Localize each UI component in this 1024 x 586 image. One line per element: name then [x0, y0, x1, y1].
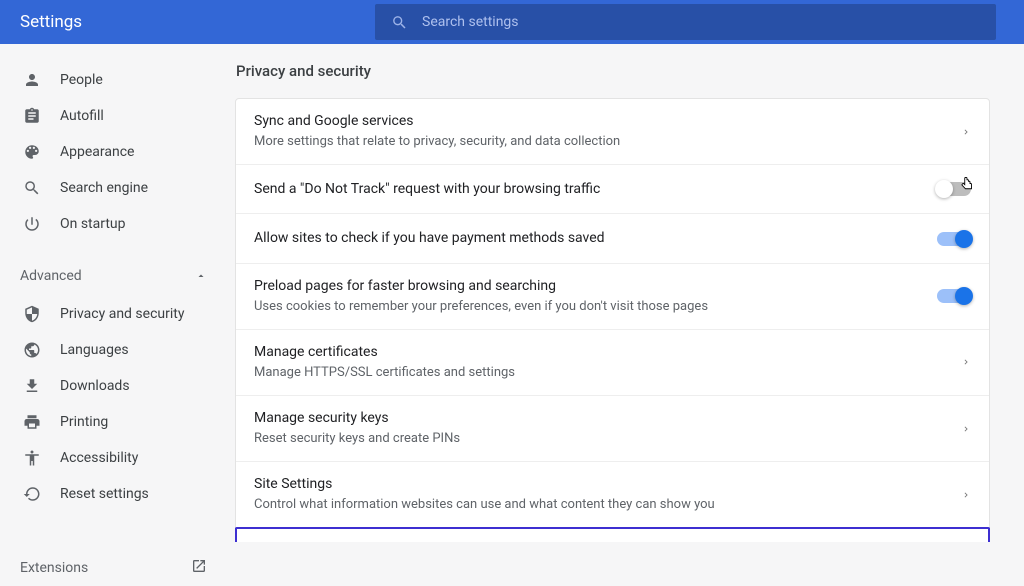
- person-icon: [22, 70, 42, 90]
- sidebar-item-reset[interactable]: Reset settings: [0, 476, 235, 512]
- row-text: Send a "Do Not Track" request with your …: [254, 179, 937, 199]
- sidebar-item-label: Languages: [60, 342, 129, 358]
- sidebar-item-label: On startup: [60, 216, 126, 232]
- row-text: Preload pages for faster browsing and se…: [254, 276, 937, 317]
- row-subtitle: Reset security keys and create PINs: [254, 430, 961, 449]
- settings-row[interactable]: Site Settings Control what information we…: [236, 462, 989, 528]
- section-title: Privacy and security: [236, 62, 990, 80]
- sidebar-item-label: People: [60, 72, 103, 88]
- settings-row[interactable]: Sync and Google services More settings th…: [236, 99, 989, 165]
- advanced-toggle[interactable]: Advanced: [0, 256, 235, 296]
- row-title: Preload pages for faster browsing and se…: [254, 276, 937, 296]
- settings-card: Sync and Google services More settings th…: [235, 98, 990, 542]
- row-text: Allow sites to check if you have payment…: [254, 228, 937, 248]
- toggle-switch[interactable]: [937, 232, 971, 246]
- sidebar: People Autofill Appearance Search engine…: [0, 44, 235, 542]
- sidebar-item-search-engine[interactable]: Search engine: [0, 170, 235, 206]
- content: Privacy and security Sync and Google ser…: [235, 44, 1024, 542]
- chevron-right-icon: [961, 357, 971, 367]
- settings-row[interactable]: Manage certificates Manage HTTPS/SSL cert…: [236, 330, 989, 396]
- chevron-right-icon: [961, 127, 971, 137]
- power-icon: [22, 214, 42, 234]
- sidebar-item-appearance[interactable]: Appearance: [0, 134, 235, 170]
- sidebar-item-accessibility[interactable]: Accessibility: [0, 440, 235, 476]
- sidebar-item-label: Reset settings: [60, 486, 149, 502]
- row-title: Manage certificates: [254, 342, 961, 362]
- search-icon: [22, 178, 42, 198]
- reset-icon: [22, 484, 42, 504]
- toggle-switch[interactable]: [937, 289, 971, 303]
- page-title: Settings: [20, 12, 375, 32]
- sidebar-item-autofill[interactable]: Autofill: [0, 98, 235, 134]
- sidebar-item-people[interactable]: People: [0, 62, 235, 98]
- search-icon: [391, 14, 408, 31]
- main: People Autofill Appearance Search engine…: [0, 44, 1024, 542]
- advanced-label: Advanced: [20, 268, 82, 284]
- autofill-icon: [22, 106, 42, 126]
- row-title: Send a "Do Not Track" request with your …: [254, 179, 937, 199]
- sidebar-item-label: Search engine: [60, 180, 148, 196]
- header: Settings Search settings: [0, 0, 1024, 44]
- accessibility-icon: [22, 448, 42, 468]
- sidebar-item-downloads[interactable]: Downloads: [0, 368, 235, 404]
- palette-icon: [22, 142, 42, 162]
- settings-row[interactable]: Clear browsing dataClear history, cookie…: [235, 527, 990, 542]
- toggle-knob: [955, 287, 973, 305]
- chevron-right-icon: [961, 490, 971, 500]
- search-input[interactable]: Search settings: [375, 4, 996, 40]
- sidebar-item-label: Printing: [60, 414, 108, 430]
- row-title: Manage security keys: [254, 408, 961, 428]
- extensions-label: Extensions: [20, 560, 88, 576]
- toggle-knob: [955, 230, 973, 248]
- row-title: Sync and Google services: [254, 111, 961, 131]
- toggle-knob: [935, 180, 953, 198]
- globe-icon: [22, 340, 42, 360]
- sidebar-item-label: Privacy and security: [60, 306, 184, 322]
- row-subtitle: More settings that relate to privacy, se…: [254, 133, 961, 152]
- row-title: Site Settings: [254, 474, 961, 494]
- row-text: Site Settings Control what information we…: [254, 474, 961, 515]
- settings-row[interactable]: Preload pages for faster browsing and se…: [236, 264, 989, 330]
- sidebar-item-privacy[interactable]: Privacy and security: [0, 296, 235, 332]
- settings-row[interactable]: Allow sites to check if you have payment…: [236, 214, 989, 263]
- open-new-icon: [191, 558, 207, 578]
- download-icon: [22, 376, 42, 396]
- chevron-right-icon: [961, 424, 971, 434]
- sidebar-item-label: Autofill: [60, 108, 104, 124]
- row-text: Sync and Google services More settings th…: [254, 111, 961, 152]
- sidebar-item-label: Accessibility: [60, 450, 138, 466]
- row-text: Manage certificates Manage HTTPS/SSL cert…: [254, 342, 961, 383]
- sidebar-item-label: Appearance: [60, 144, 134, 160]
- settings-row[interactable]: Send a "Do Not Track" request with your …: [236, 165, 989, 214]
- row-subtitle: Uses cookies to remember your preference…: [254, 298, 937, 317]
- sidebar-item-label: Downloads: [60, 378, 130, 394]
- sidebar-item-on-startup[interactable]: On startup: [0, 206, 235, 242]
- chevron-up-icon: [195, 267, 207, 286]
- settings-row[interactable]: Manage security keys Reset security keys …: [236, 396, 989, 462]
- row-subtitle: Control what information websites can us…: [254, 496, 961, 515]
- row-text: Manage security keys Reset security keys …: [254, 408, 961, 449]
- sidebar-item-languages[interactable]: Languages: [0, 332, 235, 368]
- search-placeholder: Search settings: [422, 14, 519, 30]
- shield-icon: [22, 304, 42, 324]
- cursor-hand-icon: [958, 176, 976, 198]
- sidebar-item-printing[interactable]: Printing: [0, 404, 235, 440]
- print-icon: [22, 412, 42, 432]
- row-subtitle: Manage HTTPS/SSL certificates and settin…: [254, 364, 961, 383]
- sidebar-item-extensions[interactable]: Extensions: [0, 550, 235, 586]
- row-title: Allow sites to check if you have payment…: [254, 228, 937, 248]
